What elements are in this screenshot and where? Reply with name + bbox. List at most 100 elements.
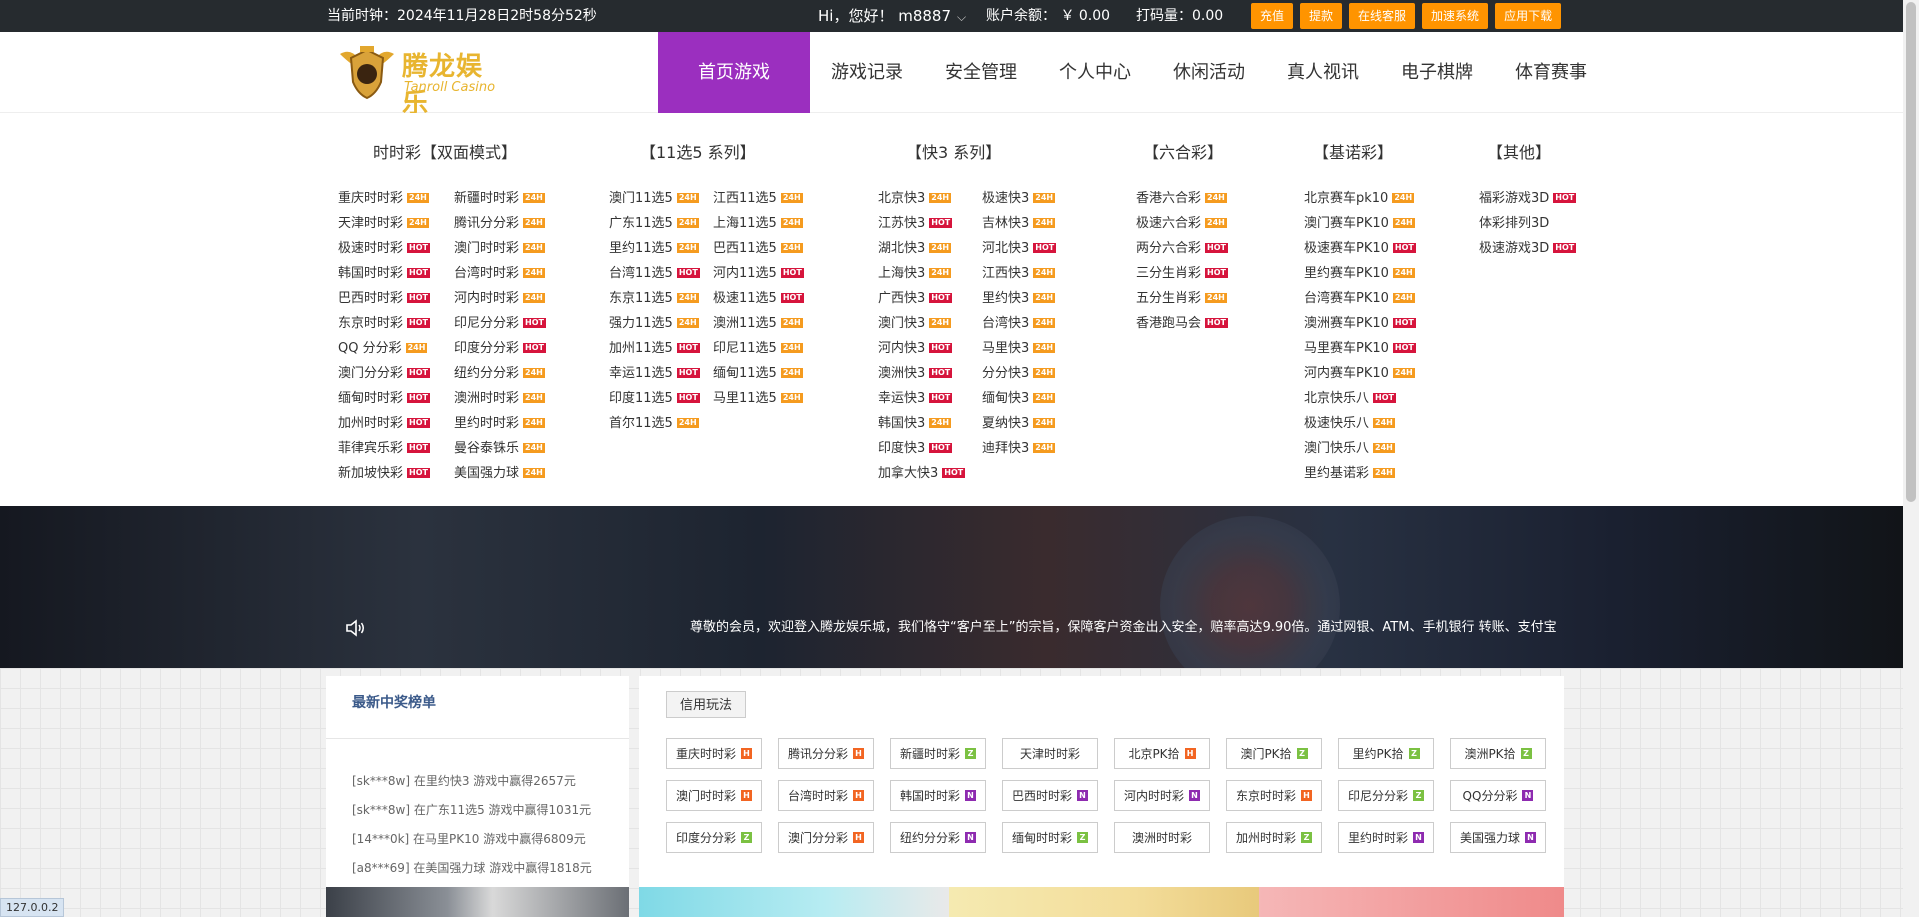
game-link[interactable]: 极速快3 24H [982,186,1086,211]
game-link[interactable]: 马里赛车PK10 HOT [1304,336,1444,361]
game-link[interactable]: 江西11选5 24H [713,186,817,211]
game-link[interactable]: 天津时时彩 24H [338,211,454,236]
game-link[interactable]: 极速游戏3D HOT [1479,236,1599,261]
game-link[interactable]: 江西快3 24H [982,261,1086,286]
game-link[interactable]: 加州时时彩 HOT [338,411,454,436]
credit-game-button[interactable]: QQ分分彩 N [1450,780,1546,811]
game-link[interactable]: 江苏快3 HOT [878,211,982,236]
game-link[interactable]: 巴西时时彩 HOT [338,286,454,311]
game-link[interactable]: 福彩游戏3D HOT [1479,186,1599,211]
game-link[interactable]: 极速六合彩 24H [1136,211,1276,236]
game-link[interactable]: 韩国快3 24H [878,411,982,436]
accelerate-button[interactable]: 加速系统 [1422,3,1489,29]
speaker-icon[interactable] [345,618,367,638]
game-link[interactable]: 缅甸快3 24H [982,386,1086,411]
scrollbar-thumb[interactable] [1906,2,1916,502]
promo-card[interactable] [949,887,1259,917]
game-link[interactable]: 澳洲快3 HOT [878,361,982,386]
game-link[interactable]: 里约时时彩 24H [454,411,574,436]
game-link[interactable]: 河内11选5 HOT [713,261,817,286]
credit-game-button[interactable]: 腾讯分分彩 H [778,738,874,769]
game-link[interactable]: 澳门11选5 24H [609,186,713,211]
nav-game-records[interactable]: 游戏记录 [810,32,924,113]
game-link[interactable]: 两分六合彩 HOT [1136,236,1276,261]
nav-electronic-cards[interactable]: 电子棋牌 [1380,32,1494,113]
credit-game-button[interactable]: 新疆时时彩 Z [890,738,986,769]
promo-card[interactable] [639,887,949,917]
game-link[interactable]: 纽约分分彩 24H [454,361,574,386]
nav-personal-center[interactable]: 个人中心 [1038,32,1152,113]
game-link[interactable]: 印尼分分彩 HOT [454,311,574,336]
game-link[interactable]: 迪拜快3 24H [982,436,1086,461]
game-link[interactable]: 澳门赛车PK10 24H [1304,211,1444,236]
nav-security[interactable]: 安全管理 [924,32,1038,113]
credit-game-button[interactable]: 台湾时时彩 H [778,780,874,811]
game-link[interactable]: 新疆时时彩 24H [454,186,574,211]
game-link[interactable]: 印度11选5 HOT [609,386,713,411]
game-link[interactable]: 强力11选5 24H [609,311,713,336]
game-link[interactable]: 马里快3 24H [982,336,1086,361]
credit-game-button[interactable]: 天津时时彩 [1002,738,1098,769]
game-link[interactable]: 台湾11选5 HOT [609,261,713,286]
game-link[interactable]: 东京11选5 24H [609,286,713,311]
game-link[interactable]: 湖北快3 24H [878,236,982,261]
game-link[interactable]: 里约基诺彩 24H [1304,461,1444,486]
credit-game-button[interactable]: 里约PK拾 Z [1338,738,1434,769]
game-link[interactable]: 澳门快乐八 24H [1304,436,1444,461]
credit-game-button[interactable]: 缅甸时时彩 Z [1002,822,1098,853]
promo-card[interactable] [326,887,629,917]
game-link[interactable]: 北京快3 24H [878,186,982,211]
game-link[interactable]: 缅甸时时彩 HOT [338,386,454,411]
credit-game-button[interactable]: 里约时时彩 N [1338,822,1434,853]
credit-game-button[interactable]: 澳门分分彩 H [778,822,874,853]
nav-sports[interactable]: 体育赛事 [1494,32,1608,113]
game-link[interactable]: 极速时时彩 HOT [338,236,454,261]
game-link[interactable]: 极速快乐八 24H [1304,411,1444,436]
game-link[interactable]: 上海快3 24H [878,261,982,286]
game-link[interactable]: 五分生肖彩 24H [1136,286,1276,311]
nav-home-games[interactable]: 首页游戏 [658,32,810,113]
game-link[interactable]: 澳洲赛车PK10 HOT [1304,311,1444,336]
game-link[interactable]: 缅甸11选5 24H [713,361,817,386]
game-link[interactable]: 体彩排列3D [1479,211,1599,236]
user-menu[interactable]: Hi，您好！ m8887 ⌵ [818,0,966,34]
game-link[interactable]: 台湾赛车PK10 24H [1304,286,1444,311]
deposit-button[interactable]: 充值 [1251,3,1294,29]
game-link[interactable]: 香港六合彩 24H [1136,186,1276,211]
online-service-button[interactable]: 在线客服 [1349,3,1416,29]
game-link[interactable]: 极速赛车PK10 HOT [1304,236,1444,261]
credit-game-button[interactable]: 纽约分分彩 N [890,822,986,853]
credit-game-button[interactable]: 韩国时时彩 N [890,780,986,811]
game-link[interactable]: 幸运11选5 HOT [609,361,713,386]
game-link[interactable]: 马里11选5 24H [713,386,817,411]
game-link[interactable]: 河内时时彩 24H [454,286,574,311]
credit-game-button[interactable]: 河内时时彩 N [1114,780,1210,811]
game-link[interactable]: 美国强力球 24H [454,461,574,486]
game-link[interactable]: 广东11选5 24H [609,211,713,236]
game-link[interactable]: 里约快3 24H [982,286,1086,311]
game-link[interactable]: 东京时时彩 HOT [338,311,454,336]
game-link[interactable]: 澳门分分彩 HOT [338,361,454,386]
game-link[interactable]: 加拿大快3 HOT [878,461,982,486]
game-link[interactable]: 加州11选5 HOT [609,336,713,361]
game-link[interactable]: 里约11选5 24H [609,236,713,261]
withdraw-button[interactable]: 提款 [1300,3,1343,29]
game-link[interactable]: 河内赛车PK10 24H [1304,361,1444,386]
game-link[interactable]: 重庆时时彩 24H [338,186,454,211]
scrollbar[interactable] [1903,0,1919,917]
game-link[interactable]: 菲律宾乐彩 HOT [338,436,454,461]
game-link[interactable]: 北京快乐八 HOT [1304,386,1444,411]
tab-credit-play[interactable]: 信用玩法 [666,691,747,718]
credit-game-button[interactable]: 美国强力球 N [1450,822,1546,853]
game-link[interactable]: 澳门时时彩 24H [454,236,574,261]
game-link[interactable]: 曼谷泰铢乐 24H [454,436,574,461]
game-link[interactable]: 广西快3 HOT [878,286,982,311]
game-link[interactable]: 印度分分彩 HOT [454,336,574,361]
game-link[interactable]: 韩国时时彩 HOT [338,261,454,286]
game-link[interactable]: 香港跑马会 HOT [1136,311,1276,336]
game-link[interactable]: 台湾快3 24H [982,311,1086,336]
logo[interactable]: 腾龙娱乐 Tanroll Casino [336,44,506,119]
game-link[interactable]: 分分快3 24H [982,361,1086,386]
credit-game-button[interactable]: 澳洲PK拾 Z [1450,738,1546,769]
game-link[interactable]: 巴西11选5 24H [713,236,817,261]
